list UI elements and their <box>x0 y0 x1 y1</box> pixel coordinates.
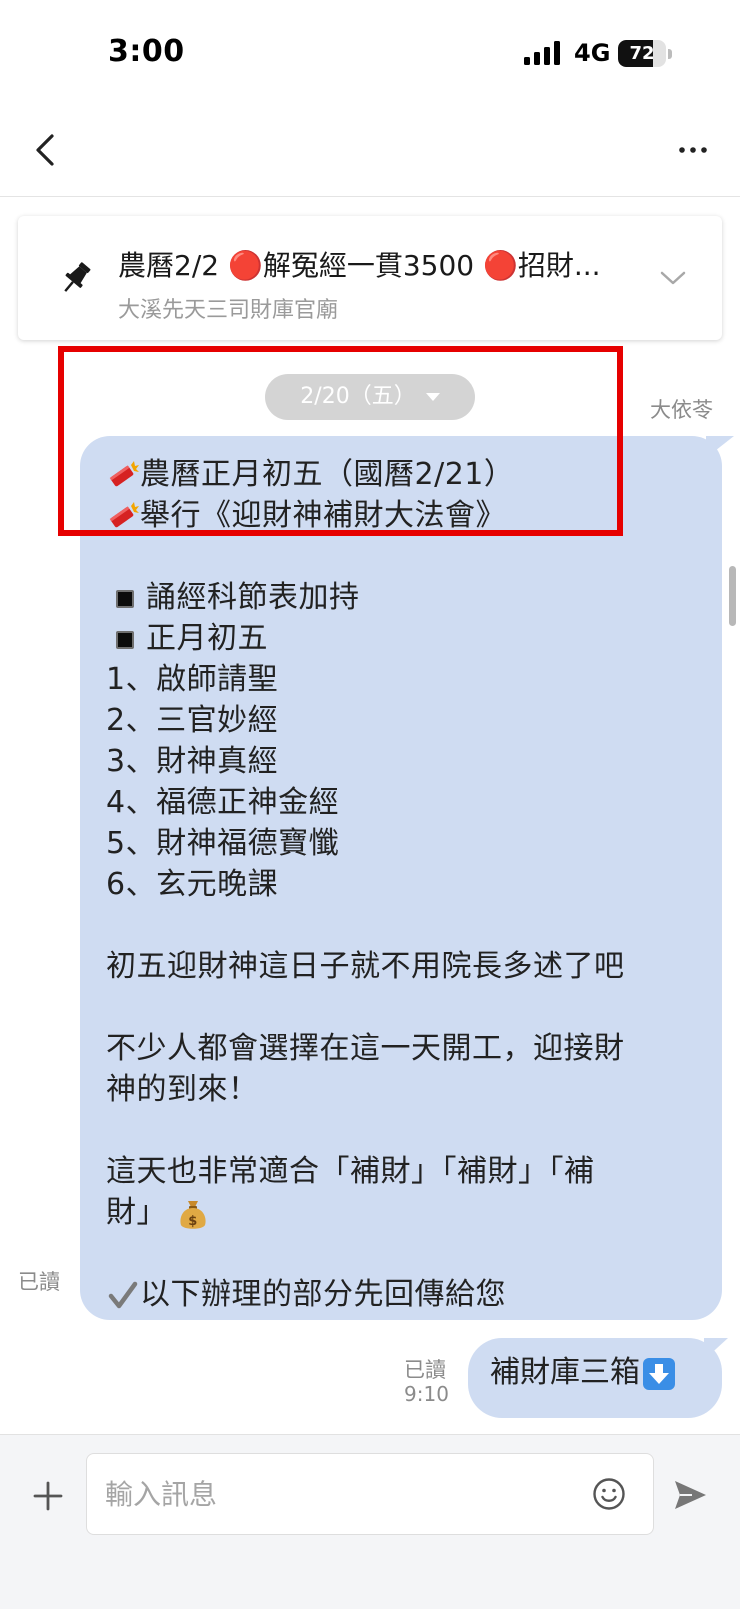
more-options-icon[interactable] <box>678 145 708 155</box>
chat-header <box>0 105 740 197</box>
message-line: 農曆正月初五（國曆2/21） <box>106 454 698 495</box>
down-arrow-icon <box>643 1357 675 1390</box>
message-line: 這天也非常適合「補財」「補財」「補 <box>106 1154 595 1189</box>
firecracker-icon <box>109 501 139 527</box>
message-line: 神的到來！ <box>106 1072 259 1107</box>
checkmark-icon <box>108 1281 138 1308</box>
message-line: 6、玄元晚課 <box>106 867 279 902</box>
money-bag-icon: $ <box>180 1200 206 1229</box>
message-input[interactable] <box>86 1453 654 1535</box>
message-line: 財」 $ <box>106 1192 698 1233</box>
read-receipt: 已讀 <box>404 1358 446 1382</box>
status-bar: 3:00 4G 72 <box>0 0 740 105</box>
emoji-icon[interactable] <box>592 1477 626 1511</box>
svg-text:$: $ <box>188 1214 198 1229</box>
message-line: 不少人都會選擇在這一天開工，迎接財 <box>106 1031 625 1066</box>
message-line: 4、福德正神金經 <box>106 785 340 820</box>
message-line: 以下辦理的部分先回傳給您 <box>106 1274 698 1315</box>
message-line: 初五迎財神這日子就不用院長多述了吧 <box>106 949 625 984</box>
message-line: 正月初五 <box>106 618 698 659</box>
caret-down-icon <box>425 393 440 401</box>
black-square-icon <box>116 589 134 608</box>
signal-icon <box>524 41 560 65</box>
incoming-message-bubble[interactable]: 農曆正月初五（國曆2/21） 舉行《迎財神補財大法會》 誦經科節表加持 正月初五… <box>80 436 722 1320</box>
send-icon[interactable] <box>672 1477 708 1513</box>
sender-name: 大依苓 <box>650 398 713 422</box>
network-type: 4G <box>574 39 611 67</box>
plus-icon[interactable] <box>32 1480 64 1512</box>
black-square-icon <box>116 630 134 649</box>
pinned-title: 農曆2/2 🔴解冤經一貫3500 🔴招財... <box>118 249 601 282</box>
message-line: 誦經科節表加持 <box>106 577 698 618</box>
battery-icon: 72 <box>618 40 672 67</box>
scrollbar[interactable] <box>729 566 736 626</box>
message-time: 9:10 <box>404 1382 449 1406</box>
read-receipt: 已讀 <box>18 1270 60 1294</box>
message-line: 舉行《迎財神補財大法會》 <box>106 495 698 536</box>
message-input-bar <box>0 1434 740 1609</box>
status-time: 3:00 <box>108 34 185 69</box>
outgoing-message-bubble[interactable]: 補財庫三箱 <box>468 1338 722 1418</box>
date-label: 2/20（五） <box>300 384 416 409</box>
battery-percentage: 72 <box>629 43 655 64</box>
date-separator[interactable]: 2/20（五） <box>265 374 475 420</box>
message-line: 2、三官妙經 <box>106 703 279 738</box>
firecracker-icon <box>109 460 139 486</box>
pin-icon <box>64 262 91 292</box>
pinned-announcement[interactable]: 農曆2/2 🔴解冤經一貫3500 🔴招財... 大溪先天三司財庫官廟 <box>18 216 722 340</box>
chevron-down-icon[interactable] <box>658 268 688 288</box>
outgoing-message-text: 補財庫三箱 <box>490 1355 640 1390</box>
chat-screen: 3:00 4G 72 農曆2/2 🔴解冤經一貫3500 🔴招財... 大溪先天三… <box>0 0 740 1609</box>
chat-messages[interactable]: 農曆2/2 🔴解冤經一貫3500 🔴招財... 大溪先天三司財庫官廟 2/20（… <box>0 198 740 1434</box>
message-line: 5、財神福德寶懺 <box>106 826 340 861</box>
back-arrow-icon[interactable] <box>30 130 60 170</box>
message-line: 1、啟師請聖 <box>106 662 279 697</box>
pinned-subtitle: 大溪先天三司財庫官廟 <box>118 298 339 323</box>
message-line: 3、財神真經 <box>106 744 279 779</box>
